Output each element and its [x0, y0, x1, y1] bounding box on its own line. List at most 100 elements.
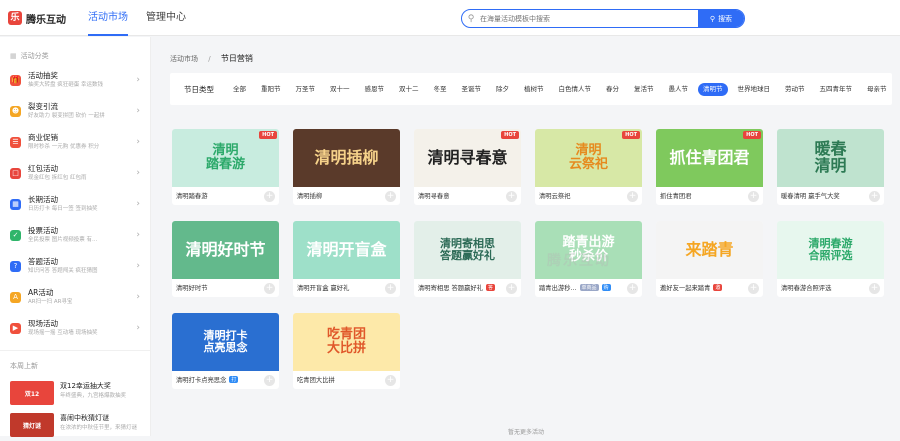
add-icon[interactable]: + — [627, 191, 638, 202]
hot-badge: HOT — [622, 131, 640, 139]
card-caption-row: 清明云祭祀 — [539, 191, 570, 200]
sidebar-item[interactable]: ? 答题活动 知识问答 答题闯关 疯狂猜图 › — [0, 251, 150, 282]
add-icon[interactable]: + — [506, 191, 517, 202]
filter-tag[interactable]: 感恩节 — [360, 83, 390, 96]
nav-management-center[interactable]: 管理中心 — [146, 0, 186, 36]
sidebar-item[interactable]: ☰ 商业促销 限时秒杀 一元购 优惠券 积分 › — [0, 127, 150, 158]
filter-tag[interactable]: 双十二 — [394, 83, 424, 96]
add-icon[interactable]: + — [869, 283, 880, 294]
add-icon[interactable]: + — [385, 283, 396, 294]
template-card[interactable]: 来踏青 邀好友一起来踏青邀 + — [656, 221, 763, 297]
card-caption-row: 踏青出游秒... 单商品购 — [539, 283, 611, 292]
add-icon[interactable]: + — [264, 191, 275, 202]
filter-tag[interactable]: 双十一 — [325, 83, 355, 96]
card-caption: 吃青团大比拼 — [297, 377, 335, 384]
filter-tag[interactable]: 重阳节 — [256, 83, 286, 96]
template-card[interactable]: 清明寻春意 HOT 清明寻春意 + — [414, 129, 521, 205]
sidebar-item[interactable]: ☻ 裂变引流 好友助力 裂变拼团 砍价 一起拼 › — [0, 96, 150, 127]
recent-title: 喜闹中秋猜灯谜 — [60, 414, 109, 422]
main-nav: 活动市场 管理中心 — [88, 0, 186, 36]
sidebar-item[interactable]: ▶ 现场活动 现场摇一摇 互动墙 现场抽奖 › — [0, 313, 150, 344]
add-icon[interactable]: + — [385, 191, 396, 202]
add-icon[interactable]: + — [869, 191, 880, 202]
recent-item[interactable]: 双12 双12幸运抽大奖 年终盛典，九宫格爆款抽奖 — [0, 377, 150, 409]
card-title-art: 清明开盲盒 — [306, 239, 387, 259]
add-icon[interactable]: + — [264, 283, 275, 294]
nav-activity-market[interactable]: 活动市场 — [88, 0, 128, 36]
card-caption: 清明开盲盒 赢好礼 — [297, 285, 350, 292]
template-card[interactable]: 清明 踏春游 HOT 清明踏春游 + — [172, 129, 279, 205]
sidebar-item[interactable]: ✓ 投票活动 全民投票 图片视频投票 有... › — [0, 220, 150, 251]
sidebar-item[interactable]: 🎁 活动抽奖 抽奖大转盘 疯狂砸蛋 幸运数钱 › — [0, 65, 150, 96]
sidebar-item[interactable]: ▦ 长期活动 日历打卡 每日一签 签到抽奖 › — [0, 189, 150, 220]
chevron-right-icon: › — [136, 323, 140, 333]
search-icon: ⚲ — [467, 13, 475, 24]
card-title-art: 吃青团 大比拼 — [326, 327, 366, 356]
filter-tag[interactable]: 世界地球日 — [733, 83, 776, 96]
template-card[interactable]: 清明春游 合照评选 清明春游合照评选 + — [777, 221, 884, 297]
live-icon: ▶ — [10, 323, 21, 334]
template-card[interactable]: 抓住青团君 HOT 抓住青团君 + — [656, 129, 763, 205]
filter-tag[interactable]: 万圣节 — [291, 83, 321, 96]
search-input[interactable] — [480, 14, 698, 23]
filter-tag[interactable]: 圣诞节 — [457, 83, 487, 96]
add-icon[interactable]: + — [748, 283, 759, 294]
filter-tag[interactable]: 春分 — [601, 83, 624, 96]
card-title-art: 清明好时节 — [185, 239, 266, 259]
filter-tag[interactable]: 白色情人节 — [554, 83, 597, 96]
filter-tag[interactable]: 全部 — [228, 83, 251, 96]
search-box: ⚲ ⚲ 搜索 — [461, 9, 745, 28]
card-title-art: 清明寻春意 — [427, 147, 508, 167]
filter-tag[interactable]: 五四青年节 — [815, 83, 858, 96]
card-thumbnail: 清明 云祭祀 HOT — [535, 129, 642, 187]
sidebar-item-title: 红包活动 — [28, 164, 58, 173]
card-title-art: 抓住青团君 — [669, 147, 750, 167]
template-card[interactable]: 吃青团 大比拼吃青团大比拼 + — [293, 313, 400, 389]
filter-tag[interactable]: 愚人节 — [664, 83, 694, 96]
sidebar-item[interactable]: A AR活动 AR扫一扫 AR寻宝 › — [0, 282, 150, 313]
filter-tag[interactable]: 母亲节 — [862, 83, 892, 96]
card-caption-row: 清明开盲盒 赢好礼 — [297, 283, 349, 292]
breadcrumb-parent[interactable]: 活动市场 — [170, 55, 198, 63]
card-caption: 邀好友一起来踏青 — [660, 285, 711, 292]
brand-logo[interactable]: 乐 腾乐互动 — [8, 10, 66, 26]
add-icon[interactable]: + — [385, 375, 396, 386]
template-card[interactable]: 暖春 清明 暖春清明 赢手气大奖 + — [777, 129, 884, 205]
add-icon[interactable]: + — [748, 191, 759, 202]
filter-tag[interactable]: 清明节 — [698, 82, 728, 96]
sidebar-item-title: 答题活动 — [28, 257, 58, 266]
sidebar-item-subtitle: 抽奖大转盘 疯狂砸蛋 幸运数钱 — [28, 82, 103, 88]
add-icon[interactable]: + — [264, 375, 275, 386]
search-button[interactable]: ⚲ 搜索 — [698, 10, 744, 27]
user-icon: ☻ — [10, 106, 21, 117]
no-more-text: 暂无更多活动 — [507, 429, 544, 436]
template-card[interactable]: 清明插柳 清明插柳 + — [293, 129, 400, 205]
template-card[interactable]: 清明 云祭祀 HOT 清明云祭祀 + — [535, 129, 642, 205]
sidebar-item-title: 商业促销 — [28, 133, 58, 142]
logo-mark-icon: 乐 — [8, 11, 22, 25]
filter-tag[interactable]: 复活节 — [629, 83, 659, 96]
template-card[interactable]: 清明打卡 点亮思念 清明打卡点亮思念打 + — [172, 313, 279, 389]
add-icon[interactable]: + — [627, 283, 638, 294]
sidebar-item-title: 活动抽奖 — [28, 71, 58, 80]
sidebar-item-title: AR活动 — [28, 288, 54, 297]
card-badge: 购 — [601, 284, 611, 291]
add-icon[interactable]: + — [506, 283, 517, 294]
filter-tag[interactable]: 冬至 — [429, 83, 452, 96]
card-title-art: 清明春游 合照评选 — [808, 237, 853, 262]
breadcrumb-current: 节日营销 — [220, 54, 253, 63]
template-card[interactable]: 清明开盲盒清明开盲盒 赢好礼 + — [293, 221, 400, 297]
recent-item[interactable]: 猜灯谜 喜闹中秋猜灯谜 在浓浓的中秋佳节里，来猜灯谜 — [0, 409, 150, 441]
category-sidebar: ▦ 活动分类 🎁 活动抽奖 抽奖大转盘 疯狂砸蛋 幸运数钱 › ☻ 裂变引流 好友助力 裂变… — [0, 37, 151, 437]
filter-tag[interactable]: 除夕 — [491, 83, 514, 96]
card-thumbnail: 来踏青 — [656, 221, 763, 279]
card-thumbnail: 清明开盲盒 — [293, 221, 400, 279]
sidebar-item[interactable]: □ 红包活动 现金红包 拆红包 红包雨 › — [0, 158, 150, 189]
template-card[interactable]: 清明寄相思 答题赢好礼 清明寄相思 答题赢好礼答 + — [414, 221, 521, 297]
search-button-icon: ⚲ — [709, 14, 716, 23]
template-card[interactable]: 清明好时节 清明好时节 + — [172, 221, 279, 297]
filter-tag[interactable]: 植树节 — [519, 83, 549, 96]
filter-tag[interactable]: 劳动节 — [780, 83, 810, 96]
sidebar-header-label: 活动分类 — [20, 52, 49, 60]
vote-icon: ✓ — [10, 230, 21, 241]
